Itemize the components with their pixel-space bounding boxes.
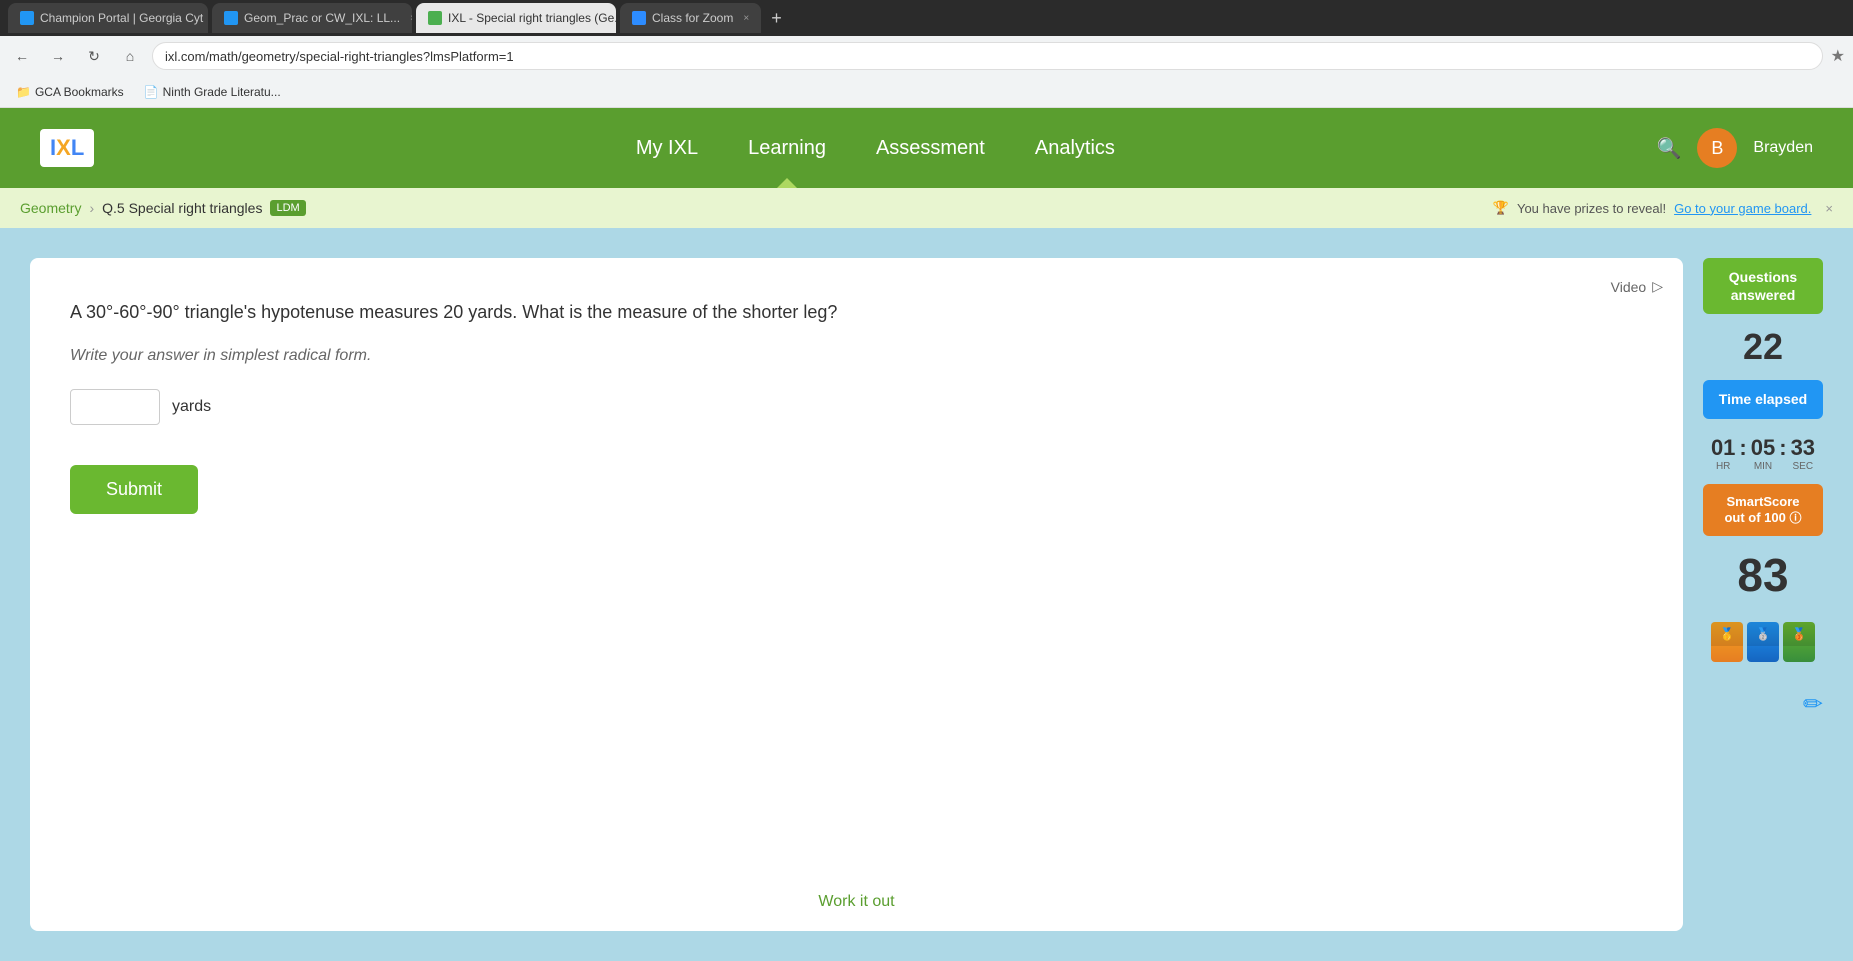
work-it-out-link[interactable]: Work it out — [818, 893, 894, 911]
questions-answered-button[interactable]: Questions answered — [1703, 258, 1823, 314]
tab-favicon — [224, 11, 238, 25]
timer-display: 01 HR : 05 MIN : 33 SEC — [1703, 435, 1823, 472]
breadcrumb-bar: Geometry › Q.5 Special right triangles L… — [0, 188, 1853, 228]
answer-input[interactable] — [70, 389, 160, 425]
nav-my-ixl[interactable]: My IXL — [636, 137, 698, 160]
time-elapsed-button[interactable]: Time elapsed — [1703, 380, 1823, 418]
timer-hr-label: HR — [1711, 461, 1735, 472]
tab-close[interactable]: × — [743, 13, 749, 24]
smart-score-number: 83 — [1703, 548, 1823, 602]
question-panel: Video ▷ A 30°-60°-90° triangle's hypoten… — [30, 258, 1683, 931]
breadcrumb-geometry[interactable]: Geometry — [20, 200, 81, 216]
forward-button[interactable]: → — [44, 42, 72, 70]
tab-favicon — [632, 11, 646, 25]
tab-close[interactable]: × — [410, 13, 412, 24]
browser-chrome: Champion Portal | Georgia Cyt × Geom_Pra… — [0, 0, 1853, 108]
bookmark-label: GCA Bookmarks — [35, 85, 124, 99]
ixl-nav: My IXL Learning Assessment Analytics — [154, 137, 1596, 160]
bookmark-gca[interactable]: 📁 GCA Bookmarks — [8, 81, 132, 103]
tab-favicon — [20, 11, 34, 25]
user-name-label: Brayden — [1753, 139, 1813, 157]
main-content: Video ▷ A 30°-60°-90° triangle's hypoten… — [0, 228, 1853, 961]
timer-min-label: MIN — [1751, 461, 1775, 472]
prize-close-button[interactable]: × — [1825, 201, 1833, 216]
tab-title: IXL - Special right triangles (Ge... — [448, 11, 616, 25]
answer-unit: yards — [172, 398, 211, 416]
prize-text: You have prizes to reveal! — [1517, 201, 1666, 216]
address-bar-row: ← → ↻ ⌂ ★ — [0, 36, 1853, 76]
tab-title: Champion Portal | Georgia Cyt — [40, 11, 203, 25]
badge-gold: 🥇 — [1711, 622, 1743, 662]
tab-champion-portal[interactable]: Champion Portal | Georgia Cyt × — [8, 3, 208, 33]
tab-title: Class for Zoom — [652, 11, 733, 25]
ixl-logo[interactable]: IXL — [40, 129, 94, 167]
search-icon[interactable]: 🔍 — [1657, 136, 1682, 161]
avatar[interactable]: B — [1697, 128, 1737, 168]
answer-row: yards — [70, 389, 1643, 425]
home-button[interactable]: ⌂ — [116, 42, 144, 70]
play-icon: ▷ — [1652, 278, 1663, 295]
tab-zoom[interactable]: Class for Zoom × — [620, 3, 761, 33]
refresh-button[interactable]: ↻ — [80, 42, 108, 70]
side-panel: Questions answered 22 Time elapsed 01 HR… — [1703, 258, 1823, 931]
ixl-header: IXL My IXL Learning Assessment Analytics… — [0, 108, 1853, 188]
back-button[interactable]: ← — [8, 42, 36, 70]
bookmark-label: Ninth Grade Literatu... — [163, 85, 281, 99]
trophy-icon: 🏆 — [1493, 200, 1509, 216]
timer-hours: 01 HR — [1711, 435, 1735, 472]
timer-hr-value: 01 — [1711, 435, 1735, 461]
address-input[interactable] — [152, 42, 1823, 70]
timer-colon2: : — [1779, 435, 1786, 472]
video-label: Video — [1611, 279, 1647, 295]
question-text: A 30°-60°-90° triangle's hypotenuse meas… — [70, 298, 1643, 327]
timer-min-value: 05 — [1751, 435, 1775, 461]
questions-count: 22 — [1703, 326, 1823, 368]
ixl-logo-l: L — [71, 135, 84, 160]
tab-geom-prac[interactable]: Geom_Prac or CW_IXL: LL... × — [212, 3, 412, 33]
pencil-icon[interactable]: ✏ — [1703, 690, 1823, 719]
nav-analytics[interactable]: Analytics — [1035, 137, 1115, 160]
badge-blue: 🥈 — [1747, 622, 1779, 662]
breadcrumb-current: Q.5 Special right triangles — [102, 200, 262, 216]
timer-minutes: 05 MIN — [1751, 435, 1775, 472]
smart-score-button[interactable]: SmartScore out of 100 ⓘ — [1703, 484, 1823, 536]
bookmark-ninth-grade[interactable]: 📄 Ninth Grade Literatu... — [136, 81, 289, 103]
info-icon[interactable]: ⓘ — [1790, 511, 1802, 525]
question-hint: Write your answer in simplest radical fo… — [70, 347, 1643, 365]
header-right: 🔍 B Brayden — [1657, 128, 1814, 168]
smart-score-suffix: out of 100 — [1724, 510, 1785, 525]
folder-icon: 📁 — [16, 85, 31, 99]
bookmarks-bar: 📁 GCA Bookmarks 📄 Ninth Grade Literatu..… — [0, 76, 1853, 108]
new-tab-button[interactable]: + — [765, 8, 788, 29]
tab-bar: Champion Portal | Georgia Cyt × Geom_Pra… — [0, 0, 1853, 36]
tab-favicon — [428, 11, 442, 25]
page-icon: 📄 — [144, 85, 159, 99]
timer-sec-value: 33 — [1791, 435, 1815, 461]
nav-learning[interactable]: Learning — [748, 137, 826, 160]
smart-score-label: SmartScore — [1727, 494, 1800, 509]
badge-green: 🥉 — [1783, 622, 1815, 662]
prize-banner: 🏆 You have prizes to reveal! Go to your … — [1493, 200, 1833, 216]
ixl-logo-x: X — [56, 135, 71, 160]
tab-ixl-active[interactable]: IXL - Special right triangles (Ge... × — [416, 3, 616, 33]
breadcrumb-badge: LDM — [270, 200, 305, 216]
timer-colon1: : — [1739, 435, 1746, 472]
tab-title: Geom_Prac or CW_IXL: LL... — [244, 11, 400, 25]
nav-assessment[interactable]: Assessment — [876, 137, 985, 160]
timer-sec-label: SEC — [1791, 461, 1815, 472]
badges-row: 🥇 🥈 🥉 — [1703, 622, 1823, 662]
breadcrumb-separator: › — [89, 200, 94, 216]
video-button[interactable]: Video ▷ — [1611, 278, 1663, 295]
timer-seconds: 33 SEC — [1791, 435, 1815, 472]
bookmark-star-icon[interactable]: ★ — [1831, 46, 1845, 66]
submit-button[interactable]: Submit — [70, 465, 198, 514]
prize-link[interactable]: Go to your game board. — [1674, 201, 1811, 216]
